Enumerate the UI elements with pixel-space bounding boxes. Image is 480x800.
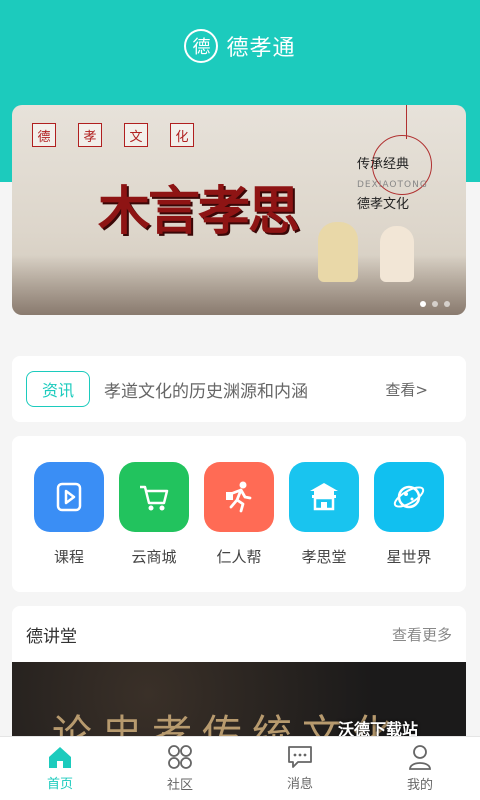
tab-home[interactable]: 首页 [0,737,120,800]
community-icon [168,745,192,769]
tab-messages[interactable]: 消息 [240,737,360,800]
grid-label: 星世界 [386,548,432,566]
news-headline[interactable]: 孝道文化的历史渊源和内涵 [104,377,385,402]
top-bar: 德 德孝通 [0,20,480,72]
banner-tag: 文 [124,123,148,147]
tab-label: 首页 [46,777,73,792]
banner-tag: 化 [170,123,194,147]
runner-icon [204,462,274,532]
child-figure [380,226,414,282]
carousel-dot[interactable] [444,301,450,307]
banner-slogan-sub: DEXIAOTONG [357,180,428,190]
elder-figure [318,222,358,282]
cart-icon [119,462,189,532]
carousel-dot[interactable] [420,301,426,307]
lecture-more-link[interactable]: 查看更多 [392,624,452,645]
grid-item-course[interactable]: 课程 [34,462,104,567]
app-title: 德孝通 [226,36,296,61]
grid-item-memorial[interactable]: 孝思堂 [289,462,359,567]
banner-tags: 德 孝 文 化 [32,123,194,147]
banner-slogan-line2: 德孝文化 [357,197,410,212]
planet-icon [374,462,444,532]
carousel-dots [420,301,450,307]
grid-item-helpers[interactable]: 仁人帮 [204,462,274,567]
grid-label: 课程 [53,548,84,566]
news-more-link[interactable]: 查看> [385,379,428,400]
news-bar[interactable]: 资讯 孝道文化的历史渊源和内涵 查看> [12,356,466,422]
tab-profile[interactable]: 我的 [360,737,480,800]
banner-hanging-line [406,105,407,139]
banner-slogan: 传承经典 DEXIAOTONG 德孝文化 [357,155,428,215]
temple-icon [289,462,359,532]
home-icon [49,747,71,768]
tab-label: 我的 [406,778,433,793]
app-logo-icon: 德 [184,29,219,63]
message-icon [288,746,312,768]
feature-grid: 课程 云商城 仁人帮 孝思堂 星世界 [12,436,466,592]
banner-tag: 孝 [78,123,102,147]
banner-title: 木言孝思 [98,182,300,242]
tab-community[interactable]: 社区 [120,737,240,800]
banner-tag: 德 [32,123,56,147]
lecture-title: 德讲堂 [26,626,77,647]
grid-label: 仁人帮 [216,548,262,566]
bottom-tab-bar: 首页 社区 消息 我的 [0,736,480,800]
news-tag: 资讯 [26,371,90,407]
grid-label: 云商城 [131,548,177,566]
tab-label: 社区 [166,778,193,793]
grid-item-mall[interactable]: 云商城 [119,462,189,567]
banner-carousel[interactable]: 德 孝 文 化 木言孝思 传承经典 DEXIAOTONG 德孝文化 [12,105,466,315]
tab-label: 消息 [286,777,313,792]
grid-label: 孝思堂 [301,548,347,566]
lecture-section-header: 德讲堂 查看更多 [12,606,466,662]
carousel-dot[interactable] [432,301,438,307]
course-icon [34,462,104,532]
banner-slogan-line1: 传承经典 [357,157,410,172]
profile-icon [409,745,431,770]
grid-item-star-world[interactable]: 星世界 [374,462,444,567]
